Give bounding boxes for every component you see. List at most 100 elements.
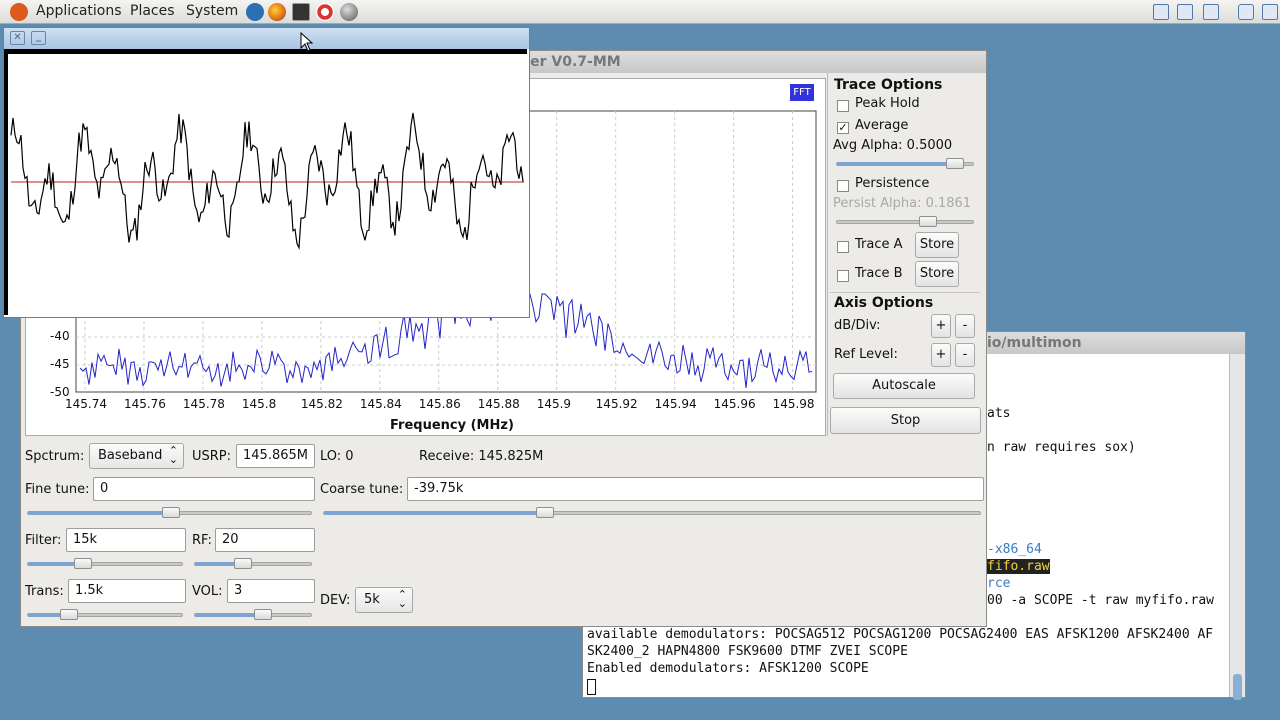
terminal-icon[interactable] <box>292 3 310 21</box>
trace-b-store-button[interactable]: Store <box>915 261 959 287</box>
spectrum-combo[interactable]: Baseband ⌃ ⌄ <box>89 443 184 469</box>
x-tick-label: 145.76 <box>123 397 166 411</box>
rf-slider[interactable] <box>194 558 312 569</box>
dev-label: DEV: <box>320 593 351 608</box>
close-icon[interactable]: ✕ <box>10 31 25 45</box>
trace-options-heading: Trace Options <box>834 77 943 93</box>
filter-slider[interactable] <box>27 558 183 569</box>
app-launcher-icon[interactable] <box>246 3 264 21</box>
ubuntu-logo-icon[interactable] <box>10 3 28 21</box>
persistence-label: Persistence <box>855 176 930 191</box>
x-tick-label: 145.92 <box>595 397 638 411</box>
network-icon[interactable] <box>1177 4 1193 20</box>
db-div-minus-button[interactable]: - <box>955 314 975 338</box>
coarse-tune-slider[interactable] <box>323 507 981 518</box>
receive-label: Receive: 145.825M <box>419 449 544 464</box>
update-icon[interactable] <box>1153 4 1169 20</box>
terminal-line: rce <box>987 576 1011 591</box>
menu-places[interactable]: Places <box>130 3 175 19</box>
display-icon[interactable] <box>1203 4 1219 20</box>
avg-alpha-slider-knob[interactable] <box>946 158 964 169</box>
terminal-line: 00 -a SCOPE -t raw myfifo.raw <box>987 593 1214 608</box>
rf-input[interactable]: 20 <box>215 528 315 552</box>
help-icon[interactable] <box>316 3 334 21</box>
top-panel: Applications Places System <box>0 0 1280 24</box>
rf-slider-knob[interactable] <box>234 558 252 569</box>
dev-combo-value: 5k <box>364 592 380 607</box>
usrp-label: USRP: <box>192 449 232 464</box>
x-tick-label: 145.9 <box>536 397 572 411</box>
trace-b-checkbox[interactable] <box>837 270 849 282</box>
terminal-line: -x86_64 <box>987 542 1042 557</box>
firefox-icon[interactable] <box>268 3 286 21</box>
menu-system[interactable]: System <box>186 3 238 19</box>
coarse-tune-slider-knob[interactable] <box>536 507 554 518</box>
terminal-title: io/multimon <box>987 335 1082 351</box>
filter-slider-knob[interactable] <box>74 558 92 569</box>
options-panel: Trace Options Peak Hold ✓ Average Avg Al… <box>827 73 985 436</box>
db-div-plus-button[interactable]: + <box>931 314 951 338</box>
spectrum-combo-value: Baseband <box>98 448 163 463</box>
vol-label: VOL: <box>192 584 223 599</box>
trans-input[interactable]: 1.5k <box>68 579 186 603</box>
ref-level-label: Ref Level: <box>834 347 898 362</box>
terminal-line: n raw requires sox) <box>987 440 1136 455</box>
fine-tune-input[interactable]: 0 <box>93 477 315 501</box>
y-tick-label: -40 <box>50 329 70 343</box>
stop-button[interactable]: Stop <box>830 407 981 434</box>
persist-alpha-slider-knob[interactable] <box>919 216 937 227</box>
ref-level-minus-button[interactable]: - <box>955 343 975 367</box>
peak-hold-checkbox[interactable] <box>837 100 849 112</box>
trans-label: Trans: <box>25 584 64 599</box>
x-tick-label: 145.94 <box>654 397 697 411</box>
persistence-checkbox[interactable] <box>837 180 849 192</box>
trans-slider-knob[interactable] <box>60 609 78 620</box>
mouse-pointer-icon <box>300 32 314 52</box>
trace-a-store-button[interactable]: Store <box>915 232 959 258</box>
fine-tune-slider-knob[interactable] <box>162 507 180 518</box>
rf-label: RF: <box>192 533 212 548</box>
persist-alpha-slider[interactable] <box>836 216 974 227</box>
receiver-title: ver V0.7-MM <box>521 54 621 70</box>
terminal-cursor <box>587 679 596 695</box>
avg-alpha-slider[interactable] <box>836 158 974 169</box>
menu-applications[interactable]: Applications <box>36 3 122 19</box>
average-checkbox[interactable]: ✓ <box>837 122 849 134</box>
volume-icon[interactable] <box>1238 4 1254 20</box>
scope-left-border <box>4 49 8 315</box>
coarse-tune-label: Coarse tune: <box>320 482 404 497</box>
fine-tune-slider[interactable] <box>27 507 312 518</box>
scope-window: ✕ _ <box>3 27 530 318</box>
updown-icon: ⌃ ⌄ <box>168 444 178 466</box>
filter-input[interactable]: 15k <box>66 528 186 552</box>
trans-slider[interactable] <box>27 609 183 620</box>
terminal-line: ats <box>987 406 1011 421</box>
avg-alpha-label: Avg Alpha: 0.5000 <box>833 138 953 153</box>
dev-combo[interactable]: 5k ⌃ ⌄ <box>355 587 413 613</box>
updown-icon: ⌃ ⌄ <box>397 588 407 610</box>
trace-a-checkbox[interactable] <box>837 241 849 253</box>
x-tick-label: 145.78 <box>182 397 225 411</box>
vol-slider[interactable] <box>194 609 312 620</box>
minimize-icon[interactable]: _ <box>31 31 46 45</box>
x-tick-label: 145.88 <box>477 397 520 411</box>
terminal-line: fifo.raw <box>987 559 1050 574</box>
scrollbar-thumb[interactable] <box>1233 674 1242 700</box>
network-globe-icon[interactable] <box>340 3 358 21</box>
power-icon[interactable] <box>1262 4 1278 20</box>
db-div-label: dB/Div: <box>834 318 881 333</box>
persist-alpha-label: Persist Alpha: 0.1861 <box>833 196 972 211</box>
terminal-line: Enabled demodulators: AFSK1200 SCOPE <box>587 661 869 676</box>
trace-a-label: Trace A <box>855 237 903 252</box>
x-tick-label: 145.86 <box>418 397 461 411</box>
vol-input[interactable]: 3 <box>227 579 315 603</box>
scope-trace <box>10 112 524 250</box>
ref-level-plus-button[interactable]: + <box>931 343 951 367</box>
scope-titlebar[interactable]: ✕ _ <box>4 28 529 49</box>
coarse-tune-input[interactable]: -39.75k <box>407 477 984 501</box>
vol-slider-knob[interactable] <box>254 609 272 620</box>
usrp-input[interactable]: 145.865M <box>236 444 315 468</box>
spectrum-label: Spctrum: <box>25 449 85 464</box>
terminal-scrollbar[interactable] <box>1229 354 1245 700</box>
autoscale-button[interactable]: Autoscale <box>833 373 975 399</box>
